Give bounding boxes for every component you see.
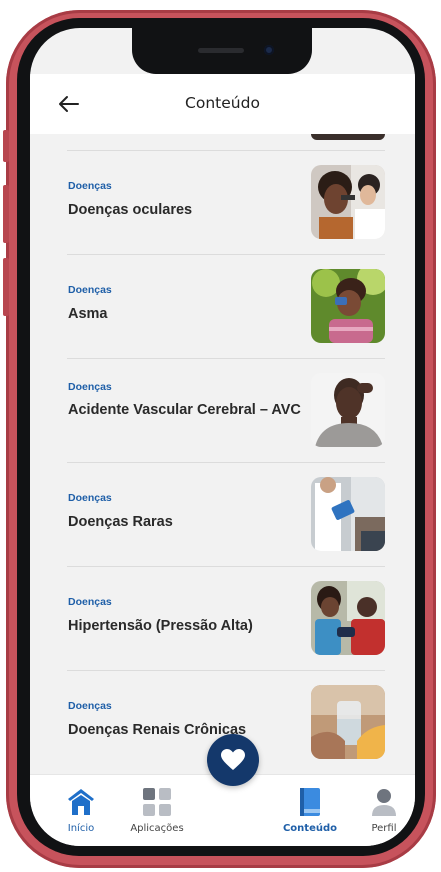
heart-icon [221, 749, 245, 770]
item-title: Doenças Renais Crônicas [68, 722, 247, 738]
item-title: Doenças oculares [68, 202, 193, 218]
grid-icon [142, 787, 172, 822]
content-list[interactable]: Doenças Doenças oculares Doenças Asma Do… [30, 134, 415, 774]
item-category: Doenças [68, 492, 112, 504]
speaker-grille [198, 48, 244, 53]
app-header: Conteúdo [30, 74, 415, 134]
notch [132, 28, 312, 74]
item-category: Doenças [68, 284, 112, 296]
page-title: Conteúdo [185, 94, 260, 112]
home-icon [66, 787, 96, 822]
book-icon [295, 787, 325, 822]
nav-item-inicio[interactable]: Início [46, 783, 116, 839]
item-title: Doenças Raras [68, 514, 173, 530]
item-title: Asma [68, 306, 108, 322]
item-thumbnail [311, 373, 385, 447]
item-thumbnail [311, 685, 385, 759]
nav-label-perfil: Perfil [371, 823, 397, 834]
item-thumbnail [311, 581, 385, 655]
previous-item-thumbnail [311, 134, 385, 140]
nav-label-aplicacoes: Aplicações [130, 823, 184, 834]
side-button-silent [3, 130, 9, 162]
item-thumbnail [311, 477, 385, 551]
nav-item-perfil[interactable]: Perfil [349, 783, 415, 839]
side-button-volume-up [3, 185, 9, 243]
favorites-fab-button[interactable] [207, 734, 259, 786]
front-camera [264, 45, 274, 55]
user-icon [369, 787, 399, 822]
item-thumbnail [311, 165, 385, 239]
side-button-volume-down [3, 258, 9, 316]
nav-label-inicio: Início [67, 823, 95, 834]
item-category: Doenças [68, 180, 112, 192]
list-item[interactable]: Doenças Doenças Raras [67, 462, 385, 566]
item-category: Doenças [68, 381, 112, 393]
list-item[interactable]: Doenças Acidente Vascular Cerebral – AVC [67, 358, 385, 462]
nav-label-conteudo: Conteúdo [282, 823, 338, 834]
bottom-navigation: Início Aplicações Conteúdo Perfil [30, 774, 415, 846]
item-title: Acidente Vascular Cerebral – AVC [68, 402, 301, 418]
item-category: Doenças [68, 700, 112, 712]
item-thumbnail [311, 269, 385, 343]
item-title: Hipertensão (Pressão Alta) [68, 618, 253, 634]
nav-item-conteudo[interactable]: Conteúdo [275, 783, 345, 839]
list-item[interactable]: Doenças Doenças oculares [67, 150, 385, 254]
nav-item-aplicacoes[interactable]: Aplicações [122, 783, 192, 839]
list-item[interactable]: Doenças Asma [67, 254, 385, 358]
list-item[interactable]: Doenças Hipertensão (Pressão Alta) [67, 566, 385, 670]
screen: Conteúdo Doenças Doenças oculares Doença… [30, 28, 415, 846]
item-category: Doenças [68, 596, 112, 608]
